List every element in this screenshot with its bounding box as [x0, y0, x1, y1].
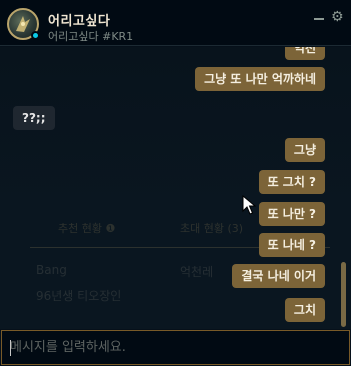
message-bubble-sent: 결국 나네 이거: [232, 264, 325, 288]
bg-recommend-header: 추천 현황 ❶: [58, 222, 116, 235]
bg-invite-header: 초대 현황 (3): [180, 222, 244, 235]
scrollbar-thumb[interactable]: [341, 262, 346, 327]
chat-window: 어리고싶다 어리고싶다 #KR1 ⚙ 추천 현황 ❶ 초대 현황 (3) Ban…: [0, 0, 351, 366]
message-bubble-sent: 억천: [284, 47, 325, 60]
settings-button[interactable]: ⚙: [331, 10, 345, 24]
message-bubble-received: ??;;: [13, 106, 55, 130]
minimize-button[interactable]: [312, 11, 326, 25]
gear-icon: ⚙: [331, 9, 344, 25]
message-bubble-sent: 또 그치 ?: [258, 170, 325, 194]
message-bubble-sent: 또 나네 ?: [258, 233, 325, 257]
message-input-box[interactable]: [1, 330, 350, 365]
message-bubble-sent: 또 나만 ?: [258, 202, 325, 226]
message-bubble-sent: 그냥 또 나만 억까하네: [195, 67, 325, 91]
avatar[interactable]: [7, 8, 40, 40]
text-caret: [10, 340, 11, 356]
message-input[interactable]: [2, 331, 349, 364]
message-bubble-sent: 그냥: [284, 138, 325, 162]
bg-row-text: 96년생 티오장인: [36, 289, 122, 303]
mouse-cursor-icon: [242, 195, 256, 215]
minimize-icon: [314, 18, 324, 20]
message-list[interactable]: 추천 현황 ❶ 초대 현황 (3) Bang 억천레 96년생 티오장인 억천 …: [0, 47, 351, 329]
scrollbar[interactable]: [341, 262, 346, 327]
chat-header: 어리고싶다 어리고싶다 #KR1 ⚙: [0, 0, 351, 46]
online-status-icon: [31, 31, 40, 40]
friend-name: 어리고싶다: [48, 14, 111, 29]
friend-tag: 어리고싶다 #KR1: [48, 30, 134, 43]
message-bubble-sent: 그치: [284, 298, 325, 322]
bg-row-text: Bang: [36, 263, 67, 277]
bg-row-text: 억천레: [180, 265, 214, 279]
